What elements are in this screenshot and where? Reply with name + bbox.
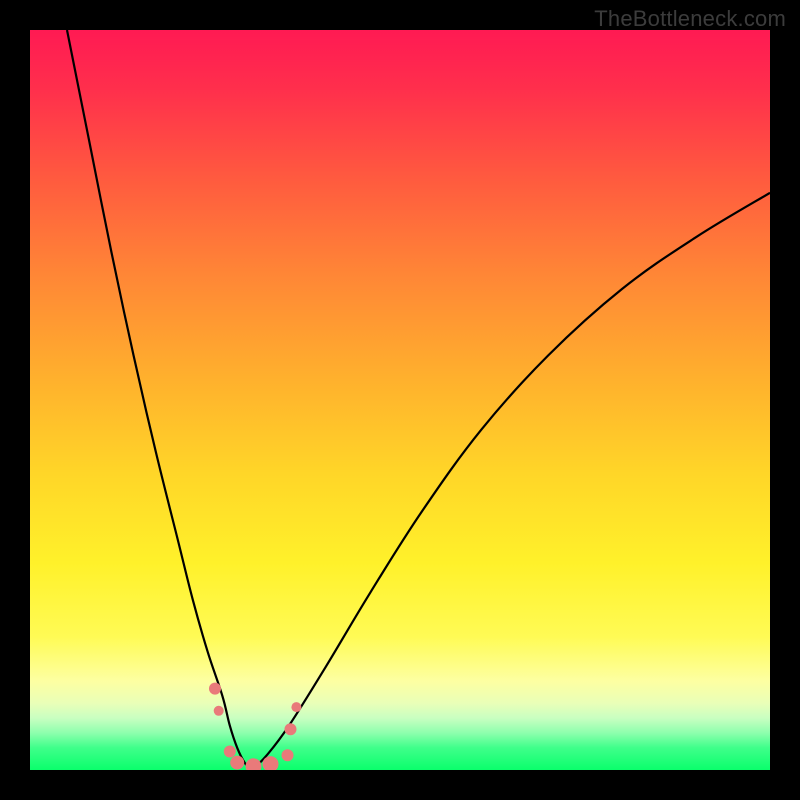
plot-area: [30, 30, 770, 770]
watermark-text: TheBottleneck.com: [594, 6, 786, 32]
gradient-background: [30, 30, 770, 770]
